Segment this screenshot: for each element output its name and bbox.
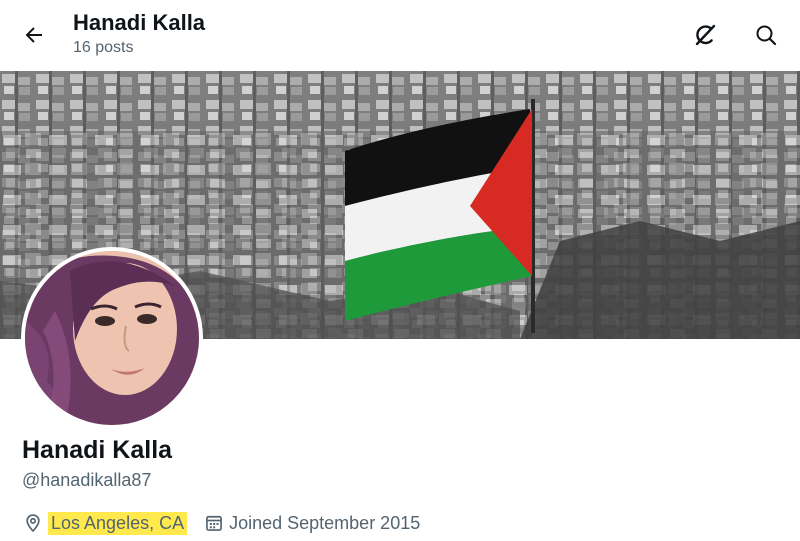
joined-date: Joined September 2015 — [229, 512, 421, 533]
arrow-left-icon — [25, 27, 42, 43]
location-text: Los Angeles, CA — [48, 511, 188, 535]
back-button[interactable] — [14, 15, 54, 55]
grok-button[interactable] — [685, 15, 725, 55]
profile-page: Hanadi Kalla 16 posts Hanadi Kalla @hana… — [0, 0, 800, 541]
grok-icon — [695, 24, 716, 46]
header-title: Hanadi Kalla — [73, 10, 206, 35]
profile-display-name: Hanadi Kalla — [22, 436, 173, 464]
avatar-image — [25, 251, 199, 425]
post-count: 16 posts — [73, 39, 134, 56]
profile-header: Hanadi Kalla 16 posts — [0, 0, 800, 71]
location-item: Los Angeles, CA — [22, 511, 188, 535]
search-icon — [756, 25, 777, 46]
profile-avatar[interactable] — [21, 247, 203, 429]
search-button[interactable] — [746, 15, 786, 55]
calendar-icon — [203, 512, 225, 534]
joined-item: Joined September 2015 — [203, 512, 420, 534]
profile-meta-row: Los Angeles, CA Joined September 2015 — [22, 510, 436, 536]
header-title-block: Hanadi Kalla 16 posts — [73, 8, 205, 58]
location-pin-icon — [22, 512, 44, 534]
profile-handle: @hanadikalla87 — [22, 470, 152, 490]
